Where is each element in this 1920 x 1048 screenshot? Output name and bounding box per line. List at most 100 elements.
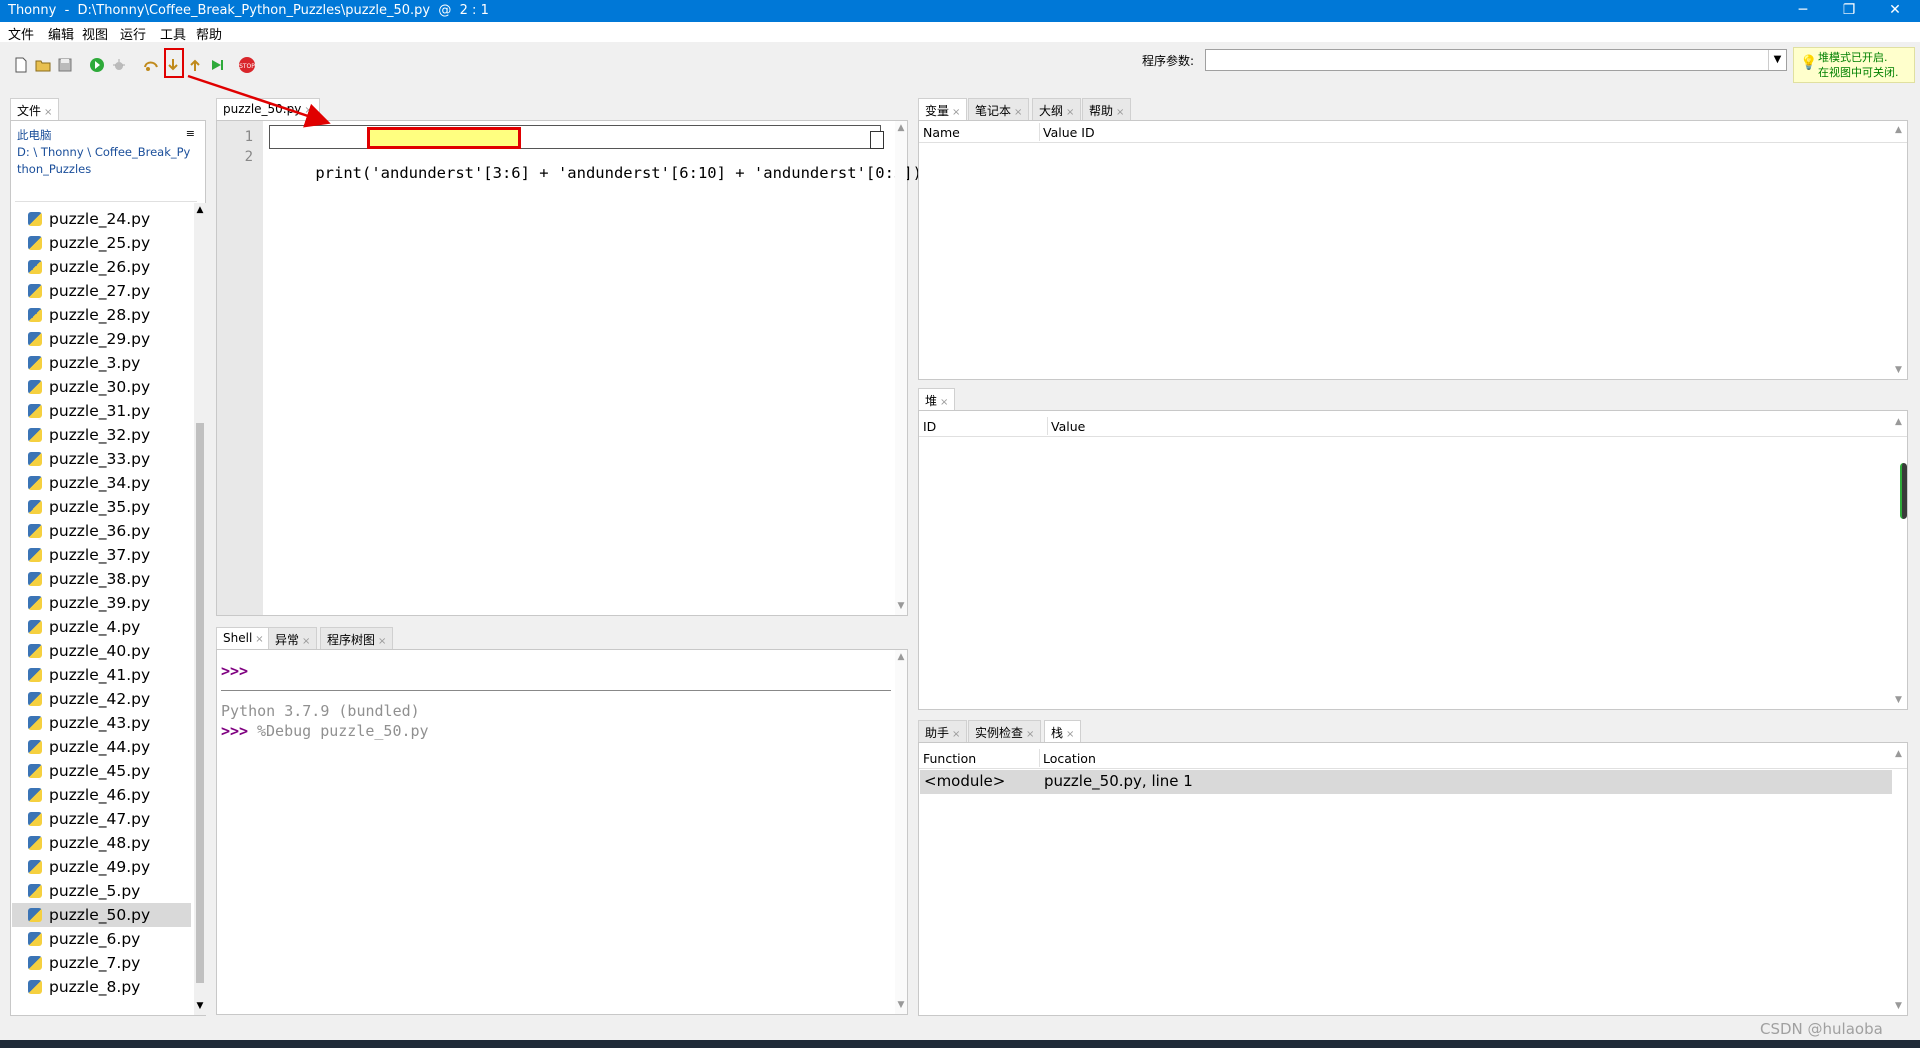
list-item[interactable]: puzzle_26.py xyxy=(12,255,191,279)
list-item[interactable]: puzzle_25.py xyxy=(12,231,191,255)
chevron-down-icon[interactable]: ▼ xyxy=(1895,1001,1902,1011)
chevron-up-icon[interactable]: ▲ xyxy=(1895,749,1902,759)
debug-icon[interactable] xyxy=(110,56,128,74)
save-icon[interactable] xyxy=(56,56,74,74)
list-item[interactable]: puzzle_46.py xyxy=(12,783,191,807)
tab-outline[interactable]: 大纲 × xyxy=(1032,98,1082,120)
column-name[interactable]: Name xyxy=(923,125,960,140)
files-current-path[interactable]: D: \ Thonny \ Coffee_Break_Python_Puzzle… xyxy=(17,144,193,178)
resume-icon[interactable] xyxy=(208,56,226,74)
list-item[interactable]: puzzle_30.py xyxy=(12,375,191,399)
list-item[interactable]: puzzle_43.py xyxy=(12,711,191,735)
tab-exception[interactable]: 异常 × xyxy=(268,627,318,649)
list-item[interactable]: puzzle_4.py xyxy=(12,615,191,639)
shell-panel[interactable]: >>> Python 3.7.9 (bundled) >>> %Debug pu… xyxy=(216,649,908,1015)
new-file-icon[interactable] xyxy=(12,56,30,74)
chevron-up-icon[interactable]: ▲ xyxy=(1895,125,1902,135)
list-item[interactable]: puzzle_33.py xyxy=(12,447,191,471)
current-line[interactable]: print('andunderst'[3:6] + 'andunderst'[6… xyxy=(269,125,922,182)
list-item[interactable]: puzzle_48.py xyxy=(12,831,191,855)
menu-view[interactable]: 视图 xyxy=(82,24,108,43)
scrollbar-thumb[interactable] xyxy=(196,423,204,983)
run-icon[interactable] xyxy=(88,56,106,74)
close-button[interactable]: ✕ xyxy=(1872,0,1918,22)
chevron-down-icon[interactable]: ▼ xyxy=(194,1001,206,1011)
chevron-up-icon[interactable]: ▲ xyxy=(895,123,907,133)
editor-panel[interactable]: 1 2 print('andunderst'[3:6] + 'andunders… xyxy=(216,120,922,616)
file-name: puzzle_44.py xyxy=(49,738,151,756)
tab-object-inspector[interactable]: 实例检查 × xyxy=(968,720,1042,742)
tab-files[interactable]: 文件 × xyxy=(10,98,60,120)
program-args-input[interactable]: ▼ xyxy=(1205,49,1787,71)
list-item[interactable]: puzzle_8.py xyxy=(12,975,191,999)
shell-scrollbar[interactable]: ▲ ▼ xyxy=(895,650,907,1014)
list-item[interactable]: puzzle_40.py xyxy=(12,639,191,663)
list-item[interactable]: puzzle_44.py xyxy=(12,735,191,759)
tab-shell[interactable]: Shell × xyxy=(216,627,271,649)
heap-scroll-indicator[interactable] xyxy=(1900,463,1907,519)
column-value[interactable]: Value xyxy=(1051,419,1085,434)
chevron-down-icon[interactable]: ▼ xyxy=(1895,695,1902,705)
chevron-down-icon[interactable]: ▼ xyxy=(1768,50,1786,70)
list-item[interactable]: puzzle_34.py xyxy=(12,471,191,495)
files-root[interactable]: 此电脑 xyxy=(17,127,193,144)
eval-placeholder-box xyxy=(870,131,884,149)
list-item[interactable]: puzzle_47.py xyxy=(12,807,191,831)
chevron-up-icon[interactable]: ▲ xyxy=(1895,417,1902,427)
list-item[interactable]: puzzle_49.py xyxy=(12,855,191,879)
tab-help[interactable]: 帮助 × xyxy=(1082,98,1132,120)
tab-notebook[interactable]: 笔记本 × xyxy=(968,98,1030,120)
tab-assistant[interactable]: 助手 × xyxy=(918,720,968,742)
column-value-id[interactable]: Value ID xyxy=(1043,125,1095,140)
list-item[interactable]: puzzle_45.py xyxy=(12,759,191,783)
column-id[interactable]: ID xyxy=(923,419,936,434)
open-file-icon[interactable] xyxy=(34,56,52,74)
stop-icon[interactable]: STOP xyxy=(238,56,256,74)
list-item[interactable]: puzzle_35.py xyxy=(12,495,191,519)
maximize-button[interactable]: ❐ xyxy=(1826,0,1872,22)
list-item[interactable]: puzzle_3.py xyxy=(12,351,191,375)
menu-edit[interactable]: 编辑 xyxy=(48,24,74,43)
menu-tools[interactable]: 工具 xyxy=(160,24,186,43)
list-item[interactable]: puzzle_7.py xyxy=(12,951,191,975)
list-item[interactable]: puzzle_42.py xyxy=(12,687,191,711)
menu-run[interactable]: 运行 xyxy=(120,24,146,43)
python-file-icon xyxy=(28,212,42,226)
list-item[interactable]: puzzle_50.py xyxy=(12,903,191,927)
list-item[interactable]: puzzle_32.py xyxy=(12,423,191,447)
column-function[interactable]: Function xyxy=(923,751,976,766)
list-item[interactable]: puzzle_28.py xyxy=(12,303,191,327)
menu-help[interactable]: 帮助 xyxy=(196,24,222,43)
chevron-up-icon[interactable]: ▲ xyxy=(895,652,907,662)
list-item[interactable]: puzzle_24.py xyxy=(12,207,191,231)
list-item[interactable]: puzzle_5.py xyxy=(12,879,191,903)
file-name: puzzle_43.py xyxy=(49,714,151,732)
table-row[interactable]: <module> puzzle_50.py, line 1 xyxy=(920,770,1892,794)
tab-heap[interactable]: 堆 × xyxy=(918,388,956,410)
chevron-down-icon[interactable]: ▼ xyxy=(895,1000,907,1010)
chevron-down-icon[interactable]: ▼ xyxy=(895,601,907,611)
list-item[interactable]: puzzle_36.py xyxy=(12,519,191,543)
step-out-icon[interactable] xyxy=(186,56,204,74)
minimize-button[interactable]: ─ xyxy=(1780,0,1826,22)
list-item[interactable]: puzzle_41.py xyxy=(12,663,191,687)
menu-file[interactable]: 文件 xyxy=(8,24,34,43)
list-item[interactable]: puzzle_39.py xyxy=(12,591,191,615)
list-item[interactable]: puzzle_29.py xyxy=(12,327,191,351)
list-item[interactable]: puzzle_31.py xyxy=(12,399,191,423)
list-item[interactable]: puzzle_27.py xyxy=(12,279,191,303)
list-item[interactable]: puzzle_6.py xyxy=(12,927,191,951)
tab-program-tree[interactable]: 程序树图 × xyxy=(320,627,394,649)
chevron-up-icon[interactable]: ▲ xyxy=(194,205,206,215)
column-location[interactable]: Location xyxy=(1043,751,1096,766)
tab-puzzle-50[interactable]: puzzle_50.py × xyxy=(216,98,320,120)
editor-scrollbar[interactable]: ▲ ▼ xyxy=(895,121,907,615)
files-menu-icon[interactable]: ≡ xyxy=(186,127,195,140)
files-scrollbar[interactable]: ▲ ▼ xyxy=(194,203,206,1015)
chevron-down-icon[interactable]: ▼ xyxy=(1895,365,1902,375)
step-over-icon[interactable] xyxy=(142,56,160,74)
list-item[interactable]: puzzle_37.py xyxy=(12,543,191,567)
tab-stack[interactable]: 栈 × xyxy=(1044,720,1082,742)
tab-variables[interactable]: 变量 × xyxy=(918,98,968,120)
list-item[interactable]: puzzle_38.py xyxy=(12,567,191,591)
